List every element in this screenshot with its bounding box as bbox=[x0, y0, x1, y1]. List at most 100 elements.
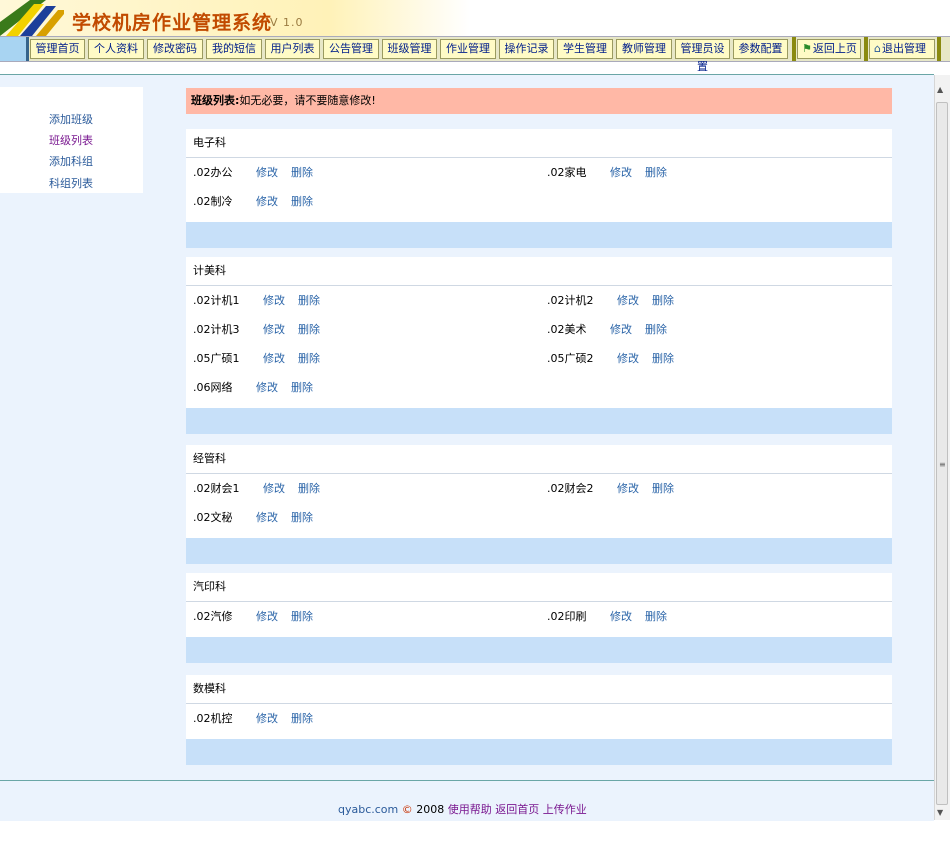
delete-link[interactable]: 删除 bbox=[291, 164, 313, 180]
footer-link-home[interactable]: 返回首页 bbox=[495, 803, 539, 816]
banner: 学校机房作业管理系统 V 1.0 bbox=[0, 0, 470, 36]
nav-item-8[interactable]: 操作记录 bbox=[499, 39, 554, 59]
delete-link[interactable]: 删除 bbox=[645, 164, 667, 180]
nav-item-7[interactable]: 作业管理 bbox=[440, 39, 496, 59]
class-name: .02办公 bbox=[193, 166, 233, 179]
class-name: .02财会1 bbox=[193, 482, 240, 495]
edit-link[interactable]: 修改 bbox=[256, 379, 278, 395]
nav-separator bbox=[792, 37, 796, 61]
delete-link[interactable]: 删除 bbox=[291, 379, 313, 395]
logout-home-icon: ⌂ bbox=[874, 42, 881, 55]
delete-link[interactable]: 删除 bbox=[291, 509, 313, 525]
delete-link[interactable]: 删除 bbox=[652, 292, 674, 308]
nav-item-4[interactable]: 用户列表 bbox=[265, 39, 320, 59]
nav-item-2[interactable]: 修改密码 bbox=[147, 39, 203, 59]
delete-link[interactable]: 删除 bbox=[291, 710, 313, 726]
sidebar-item-class-list[interactable]: 班级列表 bbox=[49, 132, 93, 148]
delete-link[interactable]: 删除 bbox=[291, 193, 313, 209]
nav-separator bbox=[864, 37, 868, 61]
subject-group: 汽印科 .02汽修 修改 删除 .02印刷 修改 删除 bbox=[186, 573, 892, 663]
class-name: .02家电 bbox=[547, 166, 587, 179]
sidebar-item-add-subject-group[interactable]: 添加科组 bbox=[49, 153, 93, 169]
edit-link[interactable]: 修改 bbox=[617, 480, 639, 496]
class-name: .02印刷 bbox=[547, 610, 587, 623]
back-button-label: 返回上页 bbox=[812, 42, 857, 55]
pencil-logo-icon bbox=[0, 0, 64, 36]
scrollbar-grip-icon: ≡ bbox=[939, 460, 946, 469]
edit-link[interactable]: 修改 bbox=[263, 350, 285, 366]
delete-link[interactable]: 删除 bbox=[652, 350, 674, 366]
class-name: .02文秘 bbox=[193, 511, 233, 524]
edit-link[interactable]: 修改 bbox=[610, 608, 632, 624]
subject-group-title: 电子科 bbox=[186, 129, 892, 158]
class-name: .06网络 bbox=[193, 381, 233, 394]
notice-bar: 班级列表:如无必要，请不要随意修改! bbox=[186, 88, 892, 114]
copyright-symbol: © bbox=[401, 803, 413, 816]
nav-item-0[interactable]: 管理首页 bbox=[30, 39, 85, 59]
class-name: .02机控 bbox=[193, 712, 233, 725]
delete-link[interactable]: 删除 bbox=[298, 350, 320, 366]
edit-link[interactable]: 修改 bbox=[263, 321, 285, 337]
class-name: .02制冷 bbox=[193, 195, 233, 208]
version-label: V 1.0 bbox=[270, 16, 304, 29]
edit-link[interactable]: 修改 bbox=[256, 164, 278, 180]
edit-link[interactable]: 修改 bbox=[617, 292, 639, 308]
delete-link[interactable]: 删除 bbox=[291, 608, 313, 624]
class-name: .02计机2 bbox=[547, 294, 594, 307]
copyright-year: 2008 bbox=[416, 803, 445, 816]
edit-link[interactable]: 修改 bbox=[256, 608, 278, 624]
subject-group: 计美科 .02计机1 修改 删除 .02计机2 修改 删除 .02计机3 修改 删除 .02美术 修改… bbox=[186, 257, 892, 434]
scroll-down-arrow-icon[interactable]: ▼ bbox=[937, 808, 943, 817]
back-flag-icon: ⚑ bbox=[802, 42, 812, 55]
scrollbar-thumb[interactable]: ≡ bbox=[936, 102, 948, 805]
subject-group-title: 汽印科 bbox=[186, 573, 892, 602]
edit-link[interactable]: 修改 bbox=[610, 164, 632, 180]
header: 学校机房作业管理系统 V 1.0 管理首页 个人资料 修改密码 我的短信 用户列表 公告管… bbox=[0, 0, 950, 75]
notice-label: 班级列表: bbox=[191, 94, 240, 107]
delete-link[interactable]: 删除 bbox=[298, 480, 320, 496]
nav-item-5[interactable]: 公告管理 bbox=[323, 39, 379, 59]
sidebar-item-add-class[interactable]: 添加班级 bbox=[49, 111, 93, 127]
nav-item-6[interactable]: 班级管理 bbox=[382, 39, 437, 59]
scroll-up-arrow-icon[interactable]: ▲ bbox=[937, 85, 943, 94]
footer-text: qyabc.com © 2008 使用帮助 返回首页 上传作业 bbox=[338, 801, 587, 817]
edit-link[interactable]: 修改 bbox=[256, 509, 278, 525]
edit-link[interactable]: 修改 bbox=[617, 350, 639, 366]
nav-separator bbox=[937, 37, 941, 61]
subject-group-footer bbox=[186, 408, 892, 434]
logout-button[interactable]: ⌂退出管理 bbox=[869, 39, 935, 59]
delete-link[interactable]: 删除 bbox=[652, 480, 674, 496]
delete-link[interactable]: 删除 bbox=[645, 608, 667, 624]
nav-item-11[interactable]: 管理员设置 bbox=[675, 39, 730, 73]
vertical-scrollbar[interactable]: ▲ ≡ ▼ bbox=[934, 75, 950, 820]
subject-group-footer bbox=[186, 739, 892, 765]
nav-item-9[interactable]: 学生管理 bbox=[557, 39, 613, 59]
edit-link[interactable]: 修改 bbox=[263, 480, 285, 496]
nav-item-12[interactable]: 参数配置 bbox=[733, 39, 788, 59]
subject-group-footer bbox=[186, 222, 892, 248]
edit-link[interactable]: 修改 bbox=[256, 193, 278, 209]
subject-group: 数模科 .02机控 修改 删除 bbox=[186, 675, 892, 765]
back-button[interactable]: ⚑返回上页 bbox=[797, 39, 861, 59]
footer-site-link[interactable]: qyabc.com bbox=[338, 803, 398, 816]
class-name: .02财会2 bbox=[547, 482, 594, 495]
footer-link-upload[interactable]: 上传作业 bbox=[543, 803, 587, 816]
edit-link[interactable]: 修改 bbox=[256, 710, 278, 726]
nav-item-1[interactable]: 个人资料 bbox=[88, 39, 144, 59]
sidebar-item-subject-group-list[interactable]: 科组列表 bbox=[49, 175, 93, 191]
footer-link-help[interactable]: 使用帮助 bbox=[448, 803, 492, 816]
class-name: .05广硕1 bbox=[193, 352, 240, 365]
nav-item-10[interactable]: 教师管理 bbox=[616, 39, 672, 59]
nav-item-3[interactable]: 我的短信 bbox=[206, 39, 262, 59]
class-name: .02汽修 bbox=[193, 610, 233, 623]
delete-link[interactable]: 删除 bbox=[298, 292, 320, 308]
nav-bar: 管理首页 个人资料 修改密码 我的短信 用户列表 公告管理 班级管理 作业管理 操作记录 学生管理… bbox=[0, 36, 950, 73]
sidebar: 添加班级班级列表添加科组科组列表 bbox=[0, 87, 143, 193]
class-name: .02美术 bbox=[547, 323, 587, 336]
delete-link[interactable]: 删除 bbox=[298, 321, 320, 337]
class-name: .02计机1 bbox=[193, 294, 240, 307]
delete-link[interactable]: 删除 bbox=[645, 321, 667, 337]
edit-link[interactable]: 修改 bbox=[610, 321, 632, 337]
edit-link[interactable]: 修改 bbox=[263, 292, 285, 308]
footer: qyabc.com © 2008 使用帮助 返回首页 上传作业 bbox=[0, 781, 934, 821]
